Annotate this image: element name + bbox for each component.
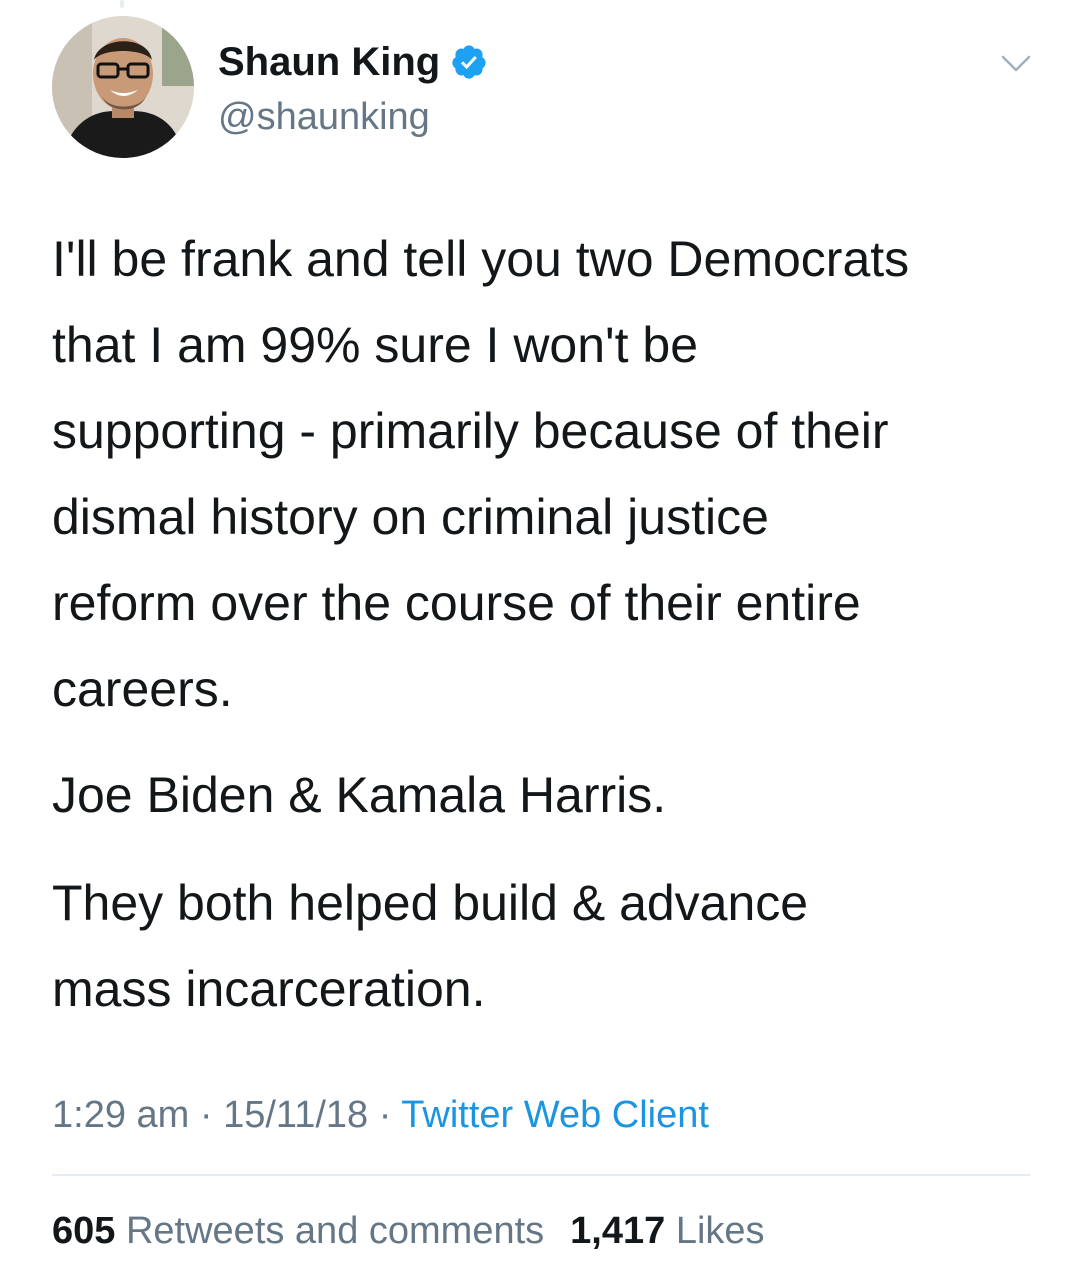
display-name[interactable]: Shaun King: [218, 38, 440, 86]
avatar[interactable]: [52, 16, 194, 158]
retweets-stat[interactable]: 605 Retweets and comments: [52, 1204, 544, 1258]
name-row: Shaun King: [218, 38, 488, 86]
tweet-paragraph: I'll be frank and tell you two Democrats…: [52, 231, 910, 717]
tweet-text: I'll be frank and tell you two Democrats…: [52, 216, 1042, 1032]
retweets-count: 605: [52, 1210, 116, 1252]
likes-stat[interactable]: 1,417 Likes: [570, 1204, 764, 1258]
tweet-metadata: 1:29 am · 15/11/18 · Twitter Web Client: [52, 1088, 709, 1142]
avatar-photo: [52, 16, 194, 158]
user-info: Shaun King @shaunking: [218, 38, 488, 142]
meta-separator: ·: [368, 1094, 402, 1136]
tweet-time[interactable]: 1:29 am: [52, 1094, 189, 1136]
tweet-date[interactable]: 15/11/18: [223, 1094, 368, 1136]
retweets-label: Retweets and comments: [125, 1210, 545, 1252]
likes-count: 1,417: [570, 1210, 666, 1252]
tweet-menu-button[interactable]: [996, 44, 1036, 84]
verified-badge-icon: [450, 43, 488, 81]
user-handle[interactable]: @shaunking: [218, 92, 488, 142]
tweet-paragraph: They both helped build & advance mass in…: [52, 875, 809, 1017]
tweet-paragraph: Joe Biden & Kamala Harris.: [52, 767, 667, 823]
chevron-down-icon: [1001, 55, 1031, 72]
meta-separator: ·: [189, 1094, 224, 1136]
tweet-client-link[interactable]: Twitter Web Client: [401, 1094, 709, 1136]
tweet-header: Shaun King @shaunking: [52, 16, 1042, 160]
likes-label: Likes: [675, 1210, 765, 1252]
tweet-stats: 605 Retweets and comments 1,417 Likes: [52, 1204, 765, 1258]
thread-connector-line: [120, 0, 124, 8]
divider: [52, 1174, 1030, 1176]
